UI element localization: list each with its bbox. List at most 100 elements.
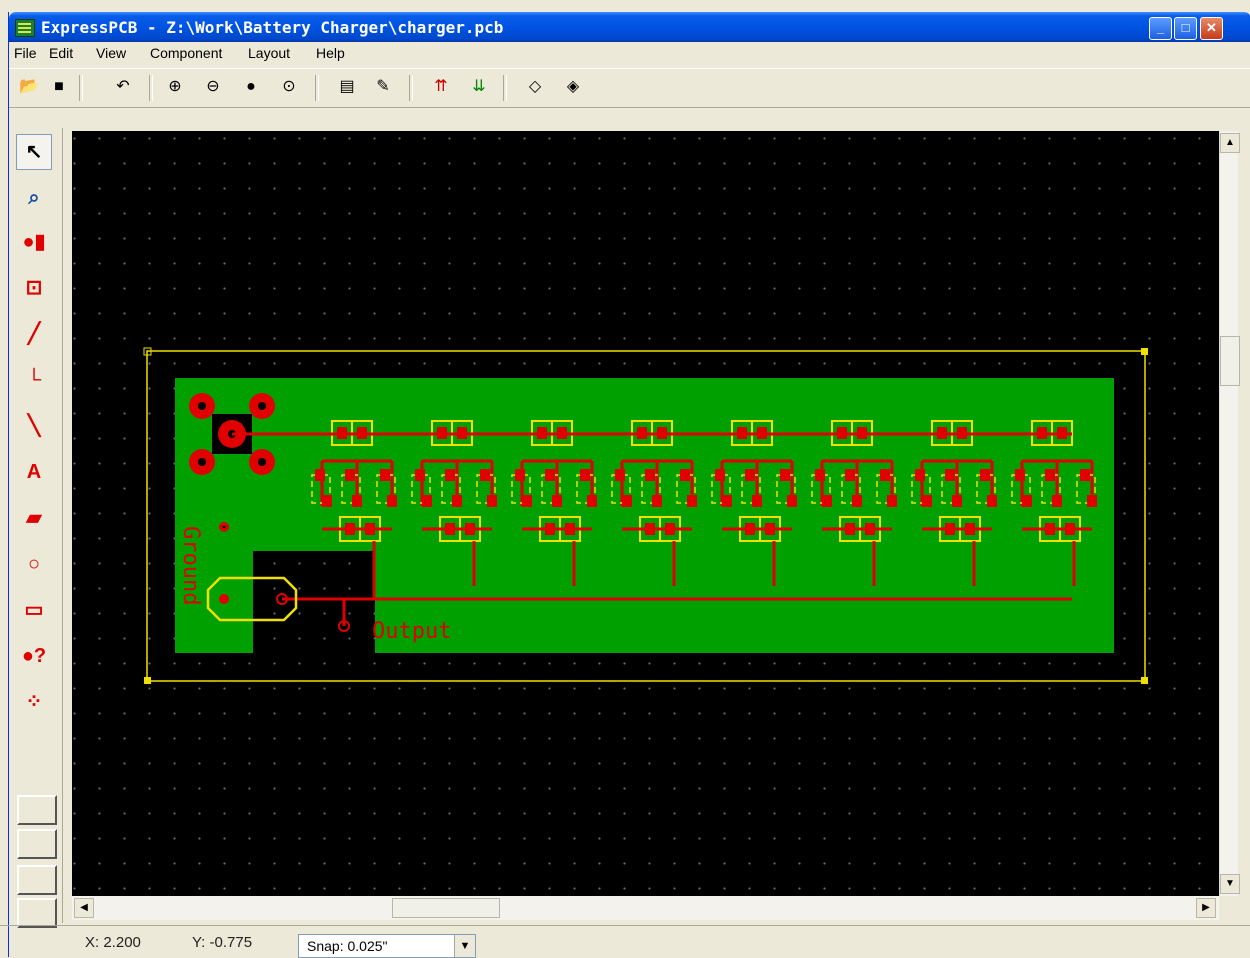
smd-pad bbox=[387, 495, 397, 507]
smd-pad bbox=[645, 469, 655, 481]
query-pad-tool-icon[interactable]: ●? bbox=[16, 638, 52, 674]
diagonal-trace-tool-icon[interactable]: ╲ bbox=[16, 408, 52, 444]
smd-pad bbox=[752, 495, 762, 507]
place-component-tool-icon[interactable]: ⊡ bbox=[16, 270, 52, 306]
component-manager-icon[interactable]: ✎ bbox=[369, 73, 397, 101]
minimize-button[interactable]: _ bbox=[1149, 17, 1172, 40]
smd-pad bbox=[552, 495, 562, 507]
window-title: ExpressPCB - Z:\Work\Battery Charger\cha… bbox=[41, 18, 504, 37]
smd-pad bbox=[680, 469, 690, 481]
rectangle-tool-icon[interactable]: ▭ bbox=[16, 592, 52, 628]
ground-via-hole bbox=[222, 525, 226, 529]
center-icon[interactable]: ◇ bbox=[521, 73, 549, 101]
scroll-right-icon[interactable]: ▶ bbox=[1196, 898, 1216, 918]
top-layer-icon[interactable]: ⇈ bbox=[427, 73, 455, 101]
scroll-up-icon[interactable]: ▲ bbox=[1220, 133, 1240, 153]
toolbar-separator bbox=[409, 75, 413, 101]
place-pad-tool-icon[interactable]: ●▮ bbox=[16, 224, 52, 260]
smd-pad bbox=[915, 469, 925, 481]
horizontal-scroll-thumb[interactable] bbox=[392, 898, 500, 918]
smd-pad bbox=[352, 495, 362, 507]
snap-value: Snap: 0.025" bbox=[307, 938, 388, 954]
smd-pad bbox=[787, 495, 797, 507]
toolbar-separator bbox=[149, 75, 153, 101]
smd-pad bbox=[422, 495, 432, 507]
zoom-fit-icon[interactable]: ● bbox=[237, 73, 265, 101]
smd-pad bbox=[615, 469, 625, 481]
output-label: Output bbox=[372, 619, 451, 644]
zoom-in-icon[interactable]: ⊕ bbox=[161, 73, 189, 101]
center-on-part-icon[interactable]: ◈ bbox=[559, 73, 587, 101]
smd-pad bbox=[852, 495, 862, 507]
outline-handle bbox=[1141, 677, 1148, 684]
smd-pad bbox=[987, 495, 997, 507]
connector-hole bbox=[198, 458, 206, 466]
open-icon[interactable]: 📂 bbox=[15, 73, 43, 101]
smd-pad bbox=[887, 495, 897, 507]
zoom-out-icon[interactable]: ⊖ bbox=[199, 73, 227, 101]
menu-component[interactable]: Component bbox=[150, 45, 222, 61]
save-icon[interactable]: ■ bbox=[45, 73, 73, 101]
smd-pad bbox=[1080, 469, 1090, 481]
smd-pad bbox=[1045, 469, 1055, 481]
scroll-left-icon[interactable]: ◀ bbox=[74, 898, 94, 918]
properties-icon[interactable]: ▤ bbox=[333, 73, 361, 101]
y-coordinate: Y: -0.775 bbox=[192, 934, 253, 951]
menu-bar: File Edit View Component Layout Help bbox=[9, 42, 1250, 64]
smd-pad bbox=[1015, 469, 1025, 481]
menu-help[interactable]: Help bbox=[316, 45, 345, 61]
right-angle-trace-tool-icon[interactable]: └ bbox=[16, 362, 52, 398]
layer-select-button[interactable] bbox=[17, 898, 57, 928]
smd-pad bbox=[515, 469, 525, 481]
menu-edit[interactable]: Edit bbox=[49, 45, 73, 61]
smd-pad bbox=[587, 495, 597, 507]
scroll-down-icon[interactable]: ▼ bbox=[1220, 874, 1240, 894]
text-tool-icon[interactable]: A bbox=[16, 454, 52, 490]
zoom-select-tool-icon[interactable]: ⌕ bbox=[16, 180, 52, 216]
circle-tool-icon[interactable]: ○ bbox=[16, 546, 52, 582]
vertical-scrollbar[interactable]: ▲ ▼ bbox=[1219, 131, 1240, 896]
close-button[interactable]: ✕ bbox=[1200, 17, 1223, 40]
layer-top-copper-button[interactable] bbox=[17, 795, 57, 825]
smd-pad bbox=[1052, 495, 1062, 507]
smd-pad bbox=[822, 495, 832, 507]
expresspcb-icon bbox=[15, 19, 35, 37]
ground-terminal bbox=[219, 594, 229, 604]
trace-tool-icon[interactable]: ╱ bbox=[16, 316, 52, 352]
menu-view[interactable]: View bbox=[96, 45, 126, 61]
horizontal-scrollbar[interactable]: ◀ ▶ bbox=[72, 896, 1219, 920]
smd-pad bbox=[380, 469, 390, 481]
snap-dropdown[interactable]: Snap: 0.025" ▼ bbox=[298, 934, 476, 958]
undo-icon[interactable]: ↶ bbox=[109, 73, 137, 101]
pointer-tool-icon[interactable]: ↖ bbox=[16, 134, 52, 170]
smd-pad bbox=[322, 495, 332, 507]
pcb-canvas[interactable]: Ground Output bbox=[72, 131, 1219, 896]
outline-handle bbox=[1141, 348, 1148, 355]
bottom-layer-icon[interactable]: ⇊ bbox=[465, 73, 493, 101]
ground-plane bbox=[175, 378, 1114, 653]
smd-pad bbox=[622, 495, 632, 507]
menu-layout[interactable]: Layout bbox=[248, 45, 290, 61]
fill-tool-icon[interactable]: ▰ bbox=[16, 500, 52, 536]
x-coordinate: X: 2.200 bbox=[85, 934, 141, 951]
smd-pad bbox=[952, 495, 962, 507]
vertical-scroll-thumb[interactable] bbox=[1220, 336, 1240, 386]
layer-silkscreen-button[interactable] bbox=[17, 865, 57, 895]
maximize-button[interactable]: □ bbox=[1174, 17, 1197, 40]
smd-pad bbox=[922, 495, 932, 507]
zoom-previous-icon[interactable]: ⊙ bbox=[275, 73, 303, 101]
connector-hole bbox=[258, 402, 266, 410]
chevron-down-icon[interactable]: ▼ bbox=[454, 935, 475, 957]
netlist-tool-icon[interactable]: ⁘ bbox=[16, 684, 52, 720]
connector-hole bbox=[198, 402, 206, 410]
smd-pad bbox=[780, 469, 790, 481]
smd-pad bbox=[722, 495, 732, 507]
smd-pad bbox=[1022, 495, 1032, 507]
layer-bottom-copper-button[interactable] bbox=[17, 829, 57, 859]
smd-pad bbox=[1087, 495, 1097, 507]
main-toolbar: 📂 ■ ↶ ⊕ ⊖ ● ⊙ ▤ ✎ ⇈ ⇊ ◇ ◈ bbox=[9, 68, 1250, 108]
smd-pad bbox=[480, 469, 490, 481]
title-bar: ExpressPCB - Z:\Work\Battery Charger\cha… bbox=[9, 12, 1250, 42]
smd-pad bbox=[880, 469, 890, 481]
menu-file[interactable]: File bbox=[14, 45, 37, 61]
